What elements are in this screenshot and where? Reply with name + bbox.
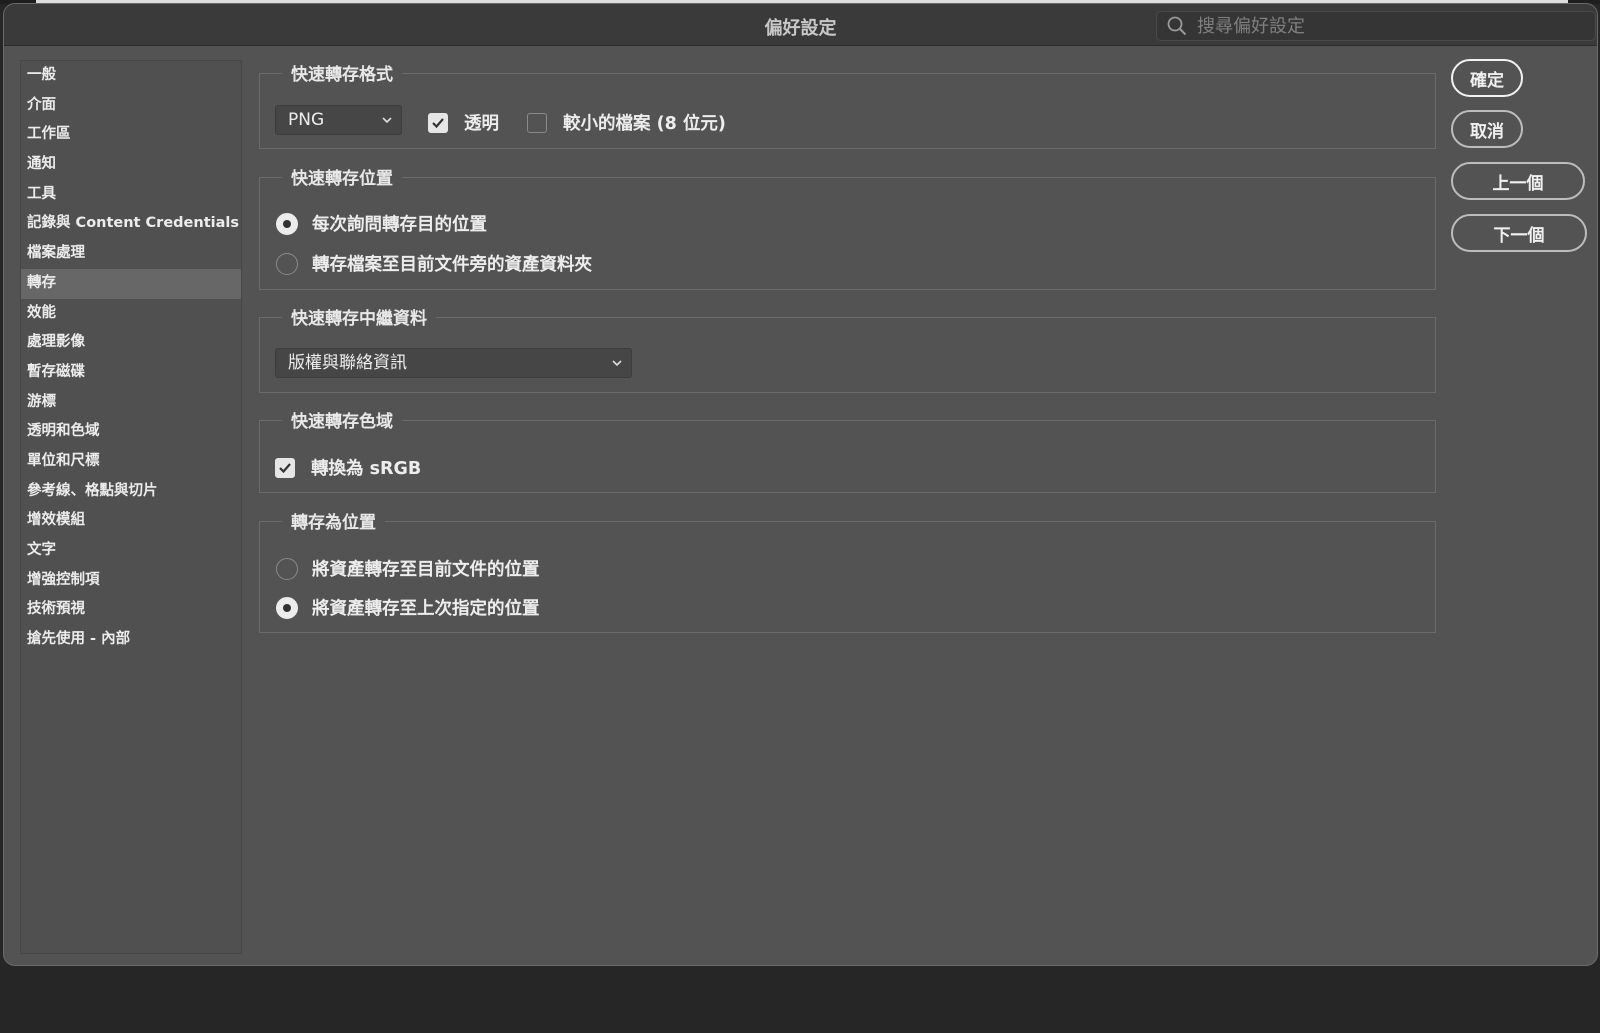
quick-export-metadata-group: 快速轉存中繼資料 版權與聯絡資訊 (259, 304, 1436, 393)
search-input[interactable] (1197, 15, 1577, 37)
convert-srgb-checkbox[interactable]: 轉換為 sRGB (275, 455, 421, 480)
sidebar-item-plugins[interactable]: 增效模組 (21, 506, 241, 536)
sidebar-item-guides-grid-slices[interactable]: 參考線、格點與切片 (21, 477, 241, 507)
group-title: 快速轉存格式 (282, 60, 402, 85)
group-title: 快速轉存色域 (282, 407, 402, 432)
sidebar-item-interface[interactable]: 介面 (21, 91, 241, 121)
sidebar-item-enhanced-controls[interactable]: 增強控制項 (21, 566, 241, 596)
previous-button[interactable]: 上一個 (1451, 162, 1585, 200)
export-as-location-group: 轉存為位置 將資產轉存至目前文件的位置 將資產轉存至上次指定的位置 (259, 508, 1436, 633)
sidebar-item-general[interactable]: 一般 (21, 61, 241, 91)
current-document-location-radio[interactable]: 將資產轉存至目前文件的位置 (276, 556, 540, 581)
sidebar-item-early-access-internal[interactable]: 搶先使用 - 內部 (21, 625, 241, 655)
last-specified-location-radio[interactable]: 將資產轉存至上次指定的位置 (276, 595, 540, 620)
assets-folder-radio[interactable]: 轉存檔案至目前文件旁的資產資料夾 (276, 251, 592, 276)
assets-folder-label: 轉存檔案至目前文件旁的資產資料夾 (312, 255, 592, 275)
sidebar-item-image-processing[interactable]: 處理影像 (21, 328, 241, 358)
sidebar-item-export[interactable]: 轉存 (21, 268, 241, 299)
transparent-checkbox[interactable]: 透明 (428, 110, 499, 135)
metadata-value: 版權與聯絡資訊 (288, 353, 407, 373)
current-document-location-label: 將資產轉存至目前文件的位置 (312, 560, 540, 580)
ask-each-time-radio[interactable]: 每次詢問轉存目的位置 (276, 211, 487, 236)
group-title: 快速轉存中繼資料 (282, 304, 436, 329)
title-bar: 偏好設定 (4, 4, 1597, 46)
convert-srgb-label: 轉換為 sRGB (311, 459, 422, 479)
preferences-sidebar: 一般 介面 工作區 通知 工具 記錄與 Content Credentials … (20, 60, 242, 954)
sidebar-item-performance[interactable]: 效能 (21, 299, 241, 329)
quick-export-format-group: 快速轉存格式 PNG 透明 較小的檔案 (8 位元) (259, 60, 1436, 149)
radio-unselected[interactable] (276, 557, 298, 580)
transparent-label: 透明 (464, 114, 499, 134)
chevron-down-icon (612, 360, 622, 367)
metadata-select[interactable]: 版權與聯絡資訊 (275, 348, 632, 378)
cancel-button[interactable]: 取消 (1451, 110, 1523, 148)
quick-export-location-group: 快速轉存位置 每次詢問轉存目的位置 轉存檔案至目前文件旁的資產資料夾 (259, 164, 1436, 290)
ask-each-time-label: 每次詢問轉存目的位置 (312, 215, 487, 235)
sidebar-item-notifications[interactable]: 通知 (21, 150, 241, 180)
search-box[interactable] (1156, 11, 1596, 41)
sidebar-item-technology-previews[interactable]: 技術預視 (21, 595, 241, 625)
checkmark-icon (432, 117, 444, 128)
sidebar-item-workspace[interactable]: 工作區 (21, 120, 241, 150)
sidebar-item-transparency-gamut[interactable]: 透明和色域 (21, 417, 241, 447)
checkbox-checked[interactable] (275, 457, 295, 478)
preferences-dialog: 偏好設定 一般 介面 工作區 通知 工具 記錄與 Content Credent… (3, 3, 1598, 966)
search-icon (1167, 16, 1187, 36)
ok-button[interactable]: 確定 (1451, 59, 1523, 97)
sidebar-item-type[interactable]: 文字 (21, 536, 241, 566)
checkbox-checked[interactable] (428, 112, 448, 133)
quick-export-colorspace-group: 快速轉存色域 轉換為 sRGB (259, 407, 1436, 493)
chevron-down-icon (382, 117, 392, 124)
next-button[interactable]: 下一個 (1451, 214, 1587, 252)
sidebar-item-units-rulers[interactable]: 單位和尺標 (21, 447, 241, 477)
last-specified-location-label: 將資產轉存至上次指定的位置 (312, 599, 540, 619)
format-value: PNG (288, 110, 325, 130)
group-title: 快速轉存位置 (282, 164, 402, 189)
group-title: 轉存為位置 (282, 508, 385, 533)
sidebar-item-cursors[interactable]: 游標 (21, 388, 241, 418)
smaller-file-checkbox[interactable]: 較小的檔案 (8 位元) (527, 110, 726, 135)
checkbox-unchecked[interactable] (527, 112, 547, 133)
sidebar-item-tools[interactable]: 工具 (21, 180, 241, 210)
radio-selected[interactable] (276, 596, 298, 619)
sidebar-item-file-handling[interactable]: 檔案處理 (21, 239, 241, 269)
radio-selected[interactable] (276, 212, 298, 235)
sidebar-item-scratch-disks[interactable]: 暫存磁碟 (21, 358, 241, 388)
sidebar-item-history-content-credentials[interactable]: 記錄與 Content Credentials (21, 209, 241, 239)
format-select[interactable]: PNG (275, 105, 402, 135)
radio-unselected[interactable] (276, 252, 298, 275)
smaller-file-label: 較小的檔案 (8 位元) (563, 114, 726, 134)
checkmark-icon (279, 462, 291, 473)
